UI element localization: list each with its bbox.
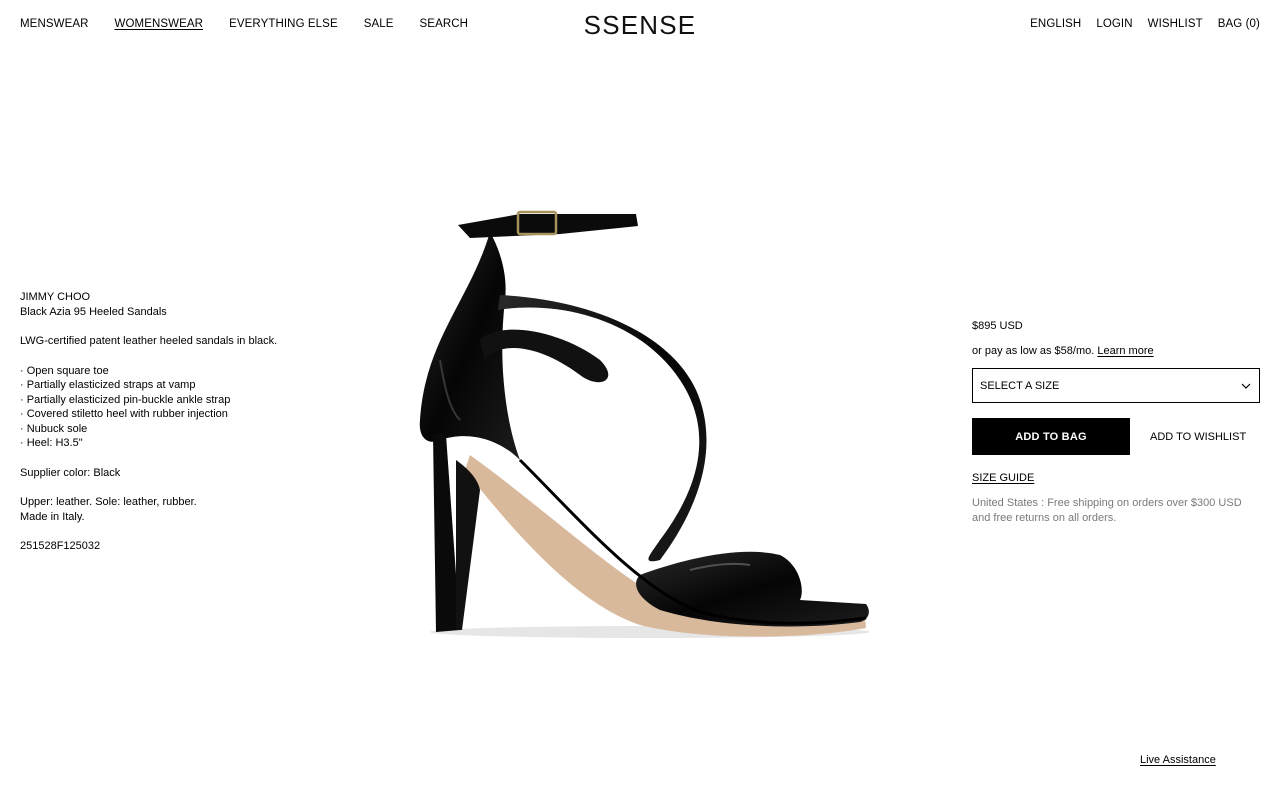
product-description: JIMMY CHOO Black Azia 95 Heeled Sandals … [20, 290, 320, 554]
nav-language[interactable]: ENGLISH [1030, 18, 1081, 30]
supplier-color: Supplier color: Black [20, 466, 121, 479]
feature-item: Partially elasticized pin-buckle ankle s… [20, 393, 320, 408]
purchase-panel: $895 USD or pay as low as $58/mo. Learn … [972, 320, 1260, 537]
product-features: Open square toe Partially elasticized st… [20, 364, 320, 451]
add-to-bag-button[interactable]: ADD TO BAG [972, 418, 1130, 455]
site-header: MENSWEAR WOMENSWEAR EVERYTHING ELSE SALE… [0, 0, 1280, 50]
origin: Made in Italy. [20, 510, 85, 523]
nav-login[interactable]: LOGIN [1096, 18, 1132, 30]
installments-info: or pay as low as $58/mo. Learn more [972, 345, 1260, 359]
product-summary: LWG-certified patent leather heeled sand… [20, 335, 278, 347]
feature-item: Open square toe [20, 364, 320, 379]
installments-text: or pay as low as $58/mo. [972, 345, 1095, 357]
feature-item: Partially elasticized straps at vamp [20, 378, 320, 393]
feature-item: Heel: H3.5" [20, 436, 320, 451]
live-assistance-link[interactable]: Live Assistance [1140, 754, 1216, 766]
account-nav: ENGLISH LOGIN WISHLIST BAG (0) [1015, 18, 1260, 30]
add-to-wishlist-button[interactable]: ADD TO WISHLIST [1150, 431, 1246, 443]
chevron-down-icon [1241, 383, 1251, 389]
nav-wishlist[interactable]: WISHLIST [1148, 18, 1203, 30]
product-sku: 251528F125032 [20, 540, 101, 552]
heeled-sandal-image [419, 210, 870, 638]
materials: Upper: leather. Sole: leather, rubber. [20, 496, 197, 508]
purchase-actions: ADD TO BAG ADD TO WISHLIST [972, 418, 1260, 455]
size-guide-link[interactable]: SIZE GUIDE [972, 472, 1034, 484]
product-image[interactable] [400, 195, 880, 655]
nav-bag[interactable]: BAG (0) [1218, 18, 1260, 30]
feature-item: Nubuck sole [20, 422, 320, 437]
product-price: $895 USD [972, 320, 1023, 332]
size-select-label: SELECT A SIZE [980, 379, 1060, 392]
feature-item: Covered stiletto heel with rubber inject… [20, 407, 320, 422]
product-brand[interactable]: JIMMY CHOO [20, 290, 320, 305]
shipping-note: United States : Free shipping on orders … [972, 497, 1242, 524]
product-name: Black Azia 95 Heeled Sandals [20, 305, 167, 318]
size-select[interactable]: SELECT A SIZE [972, 368, 1260, 403]
learn-more-link[interactable]: Learn more [1097, 345, 1153, 357]
